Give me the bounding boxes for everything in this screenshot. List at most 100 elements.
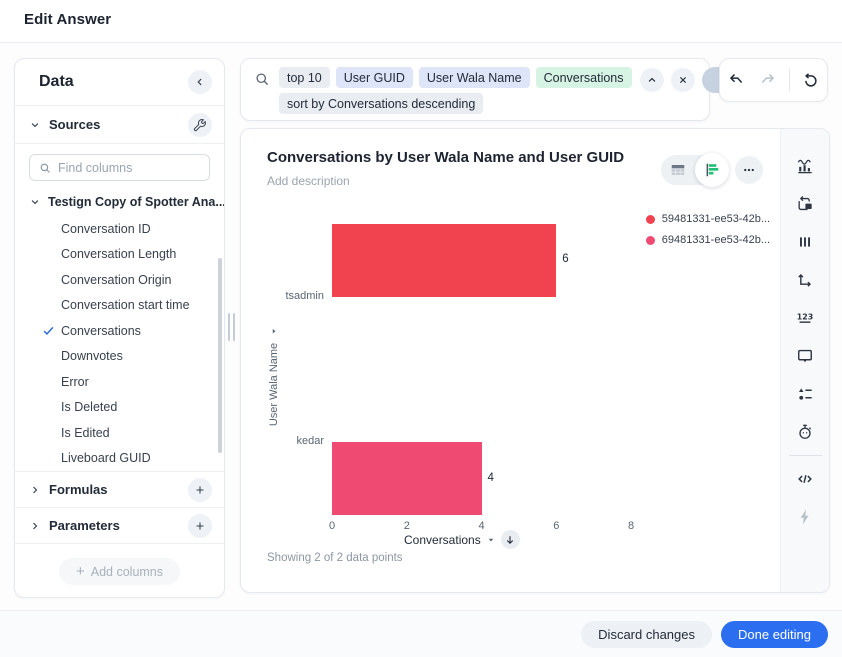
undo-button[interactable] xyxy=(727,70,747,90)
redo-button[interactable] xyxy=(758,70,778,90)
y-axis-category-label: tsadmin xyxy=(244,290,324,302)
column-label: Conversation start time xyxy=(61,298,190,312)
column-item[interactable]: Conversation Origin xyxy=(15,267,224,293)
sort-descending-button[interactable] xyxy=(501,530,520,549)
answer-side-toolbar: 123 xyxy=(780,129,829,592)
tooltip-icon xyxy=(795,346,815,366)
y-axis-label[interactable]: User Wala Name xyxy=(268,326,280,426)
column-item[interactable]: Conversation ID xyxy=(15,216,224,242)
code-button[interactable] xyxy=(795,469,815,489)
answer-card: Conversations by User Wala Name and User… xyxy=(240,128,830,593)
column-item[interactable]: Is Edited xyxy=(15,420,224,446)
sources-label: Sources xyxy=(49,117,181,132)
swap-axes-button[interactable] xyxy=(795,270,815,290)
edit-answer-screen: Edit Answer Data Sources Testign Copy of… xyxy=(0,0,842,657)
pin-to-liveboard-button[interactable] xyxy=(795,194,815,214)
column-item[interactable]: Conversation start time xyxy=(15,293,224,319)
x-axis-label-text: Conversations xyxy=(404,533,481,547)
chart-plot-area: tsadminkedar6402468 xyxy=(241,129,780,592)
add-formula-button[interactable] xyxy=(188,478,212,502)
add-columns-label: Add columns xyxy=(91,565,163,579)
panel-resize-handle[interactable] xyxy=(228,313,235,341)
toolbar-divider xyxy=(789,455,822,456)
add-parameter-button[interactable] xyxy=(188,514,212,538)
search-icon xyxy=(253,70,271,88)
answer-content: Conversations by User Wala Name and User… xyxy=(241,129,780,592)
column-label: Liveboard GUID xyxy=(61,451,151,465)
pin-to-liveboard-icon xyxy=(795,194,815,214)
toolbar-divider xyxy=(789,69,790,91)
collapse-query-button[interactable] xyxy=(640,68,664,92)
tooltip-button[interactable] xyxy=(795,346,815,366)
y-axis-label-text: User Wala Name xyxy=(268,343,280,426)
query-token[interactable]: Conversations xyxy=(536,67,632,88)
undo-icon xyxy=(727,71,746,90)
column-label: Downvotes xyxy=(61,349,123,363)
find-columns-input[interactable] xyxy=(58,161,201,175)
bar-value-label: 4 xyxy=(488,472,494,484)
columns-button[interactable] xyxy=(795,232,815,252)
chevron-down-icon xyxy=(28,195,42,209)
arrow-down-icon xyxy=(504,534,516,546)
source-columns-tree: Testign Copy of Spotter Ana... Conversat… xyxy=(15,188,224,471)
column-item[interactable]: Is Deleted xyxy=(15,395,224,421)
column-item[interactable]: Conversation Length xyxy=(15,242,224,268)
parameters-label: Parameters xyxy=(49,518,181,533)
check-icon xyxy=(41,323,57,339)
number-format-icon: 123 xyxy=(795,308,815,328)
column-item[interactable]: Liveboard GUID xyxy=(15,446,224,472)
add-columns-button[interactable]: + Add columns xyxy=(59,558,180,585)
change-visualization-button[interactable] xyxy=(795,156,815,176)
conditional-formatting-icon xyxy=(795,384,815,404)
discard-changes-button[interactable]: Discard changes xyxy=(581,621,712,648)
x-axis-label[interactable]: Conversations xyxy=(404,530,520,549)
done-editing-button[interactable]: Done editing xyxy=(721,621,828,648)
change-visualization-icon xyxy=(795,156,815,176)
clear-query-button[interactable] xyxy=(671,68,695,92)
x-axis-tick: 8 xyxy=(628,520,634,532)
chart-bar[interactable] xyxy=(332,224,556,297)
chart-bar[interactable] xyxy=(332,442,482,515)
parameters-section-header[interactable]: Parameters xyxy=(15,507,224,543)
column-label: Is Deleted xyxy=(61,400,117,414)
column-label: Conversations xyxy=(61,324,141,338)
caret-down-icon xyxy=(486,535,496,545)
query-token[interactable]: sort by Conversations descending xyxy=(279,93,483,114)
query-token[interactable]: top 10 xyxy=(279,67,330,88)
source-item[interactable]: Testign Copy of Spotter Ana... xyxy=(15,188,224,216)
scrollbar-thumb[interactable] xyxy=(218,258,222,453)
ai-highlights-button[interactable] xyxy=(795,507,815,527)
search-query-bar: top 10 User GUID User Wala Name Conversatio… xyxy=(240,58,710,121)
collapse-panel-button[interactable] xyxy=(188,70,212,94)
formulas-section-header[interactable]: Formulas xyxy=(15,471,224,507)
formulas-label: Formulas xyxy=(49,482,181,497)
reset-button[interactable] xyxy=(801,70,821,90)
chevron-right-icon xyxy=(28,483,42,497)
spotter-timer-button[interactable] xyxy=(795,422,815,442)
caret-down-icon xyxy=(269,326,279,336)
column-item[interactable]: Error xyxy=(15,369,224,395)
x-axis-tick: 0 xyxy=(329,520,335,532)
plus-icon: + xyxy=(76,564,85,579)
find-columns-box xyxy=(29,154,210,181)
conditional-formatting-button[interactable] xyxy=(795,384,815,404)
source-name: Testign Copy of Spotter Ana... xyxy=(48,195,224,209)
column-label: Conversation Origin xyxy=(61,273,171,287)
number-format-button[interactable]: 123 xyxy=(795,308,815,328)
plus-icon xyxy=(193,483,207,497)
data-points-count: Showing 2 of 2 data points xyxy=(267,552,403,564)
column-label: Error xyxy=(61,375,89,389)
query-token[interactable]: User Wala Name xyxy=(419,67,530,88)
edit-sources-button[interactable] xyxy=(188,113,212,137)
query-tokens: top 10 User GUID User Wala Name Conversatio… xyxy=(279,67,632,114)
sources-section-header[interactable]: Sources xyxy=(15,106,224,144)
column-label: Conversation Length xyxy=(61,247,176,261)
query-token[interactable]: User GUID xyxy=(336,67,413,88)
column-item[interactable]: Downvotes xyxy=(15,344,224,370)
data-panel: Data Sources Testign Copy of Spotter Ana… xyxy=(14,58,225,598)
chevron-down-icon xyxy=(28,118,42,132)
chevron-right-icon xyxy=(28,519,42,533)
column-item[interactable]: Conversations xyxy=(15,318,224,344)
bar-value-label: 6 xyxy=(562,253,568,265)
top-header: Edit Answer xyxy=(0,0,842,43)
